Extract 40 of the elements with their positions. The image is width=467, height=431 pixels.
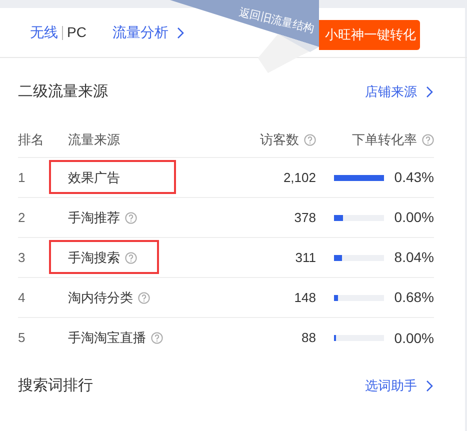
traffic-source-cell-text: 手淘推荐 [68,208,120,227]
rank-cell-text: 4 [18,288,26,307]
conversion-rate: 0.68% [394,288,434,307]
rank-cell-text: 5 [18,329,26,348]
visitor-count: 311 [295,248,316,267]
help-icon[interactable] [125,252,137,264]
traffic-source-cell-text: 手淘搜索 [68,248,120,267]
rank-cell-text: 3 [18,248,26,267]
conversion-rate: 0.43% [394,168,434,187]
section-title: 搜索词排行 [18,376,93,396]
column-header: 流量来源 [68,130,120,149]
rank-cell-text: 1 [18,168,26,187]
convert-button[interactable]: 小旺神一键转化 [319,20,420,50]
chevron-right-icon [425,86,433,98]
chevron-right-icon [425,380,433,392]
visitor-count: 148 [294,288,316,307]
help-icon[interactable] [304,134,316,146]
help-icon[interactable] [151,332,163,344]
store-source-link[interactable]: 店铺来源 [365,82,433,102]
chevron-right-icon [176,26,184,38]
traffic-source-cell-text: 淘内待分类 [68,288,133,307]
conversion-rate: 8.04% [394,248,434,267]
column-header: 访客数 [260,130,299,149]
help-icon[interactable] [138,292,150,304]
visitor-count: 378 [294,208,316,227]
device-tab[interactable]: PC [67,22,86,43]
column-header: 下单转化率 [352,130,417,149]
conversion-rate: 0.00% [394,328,434,348]
device-tab[interactable]: 无线 [30,22,58,43]
visitor-count: 88 [302,329,316,348]
help-icon[interactable] [125,212,137,224]
visitor-count: 2,102 [283,168,316,187]
column-header: 排名 [18,130,44,149]
help-icon[interactable] [422,134,434,146]
section-title: 二级流量来源 [18,82,108,102]
conversion-rate: 0.00% [394,208,434,227]
keyword-helper-link[interactable]: 选词助手 [365,376,433,396]
traffic-source-cell-text: 效果广告 [68,168,120,187]
rank-cell-text: 2 [18,208,26,227]
traffic-source-cell-text: 手淘淘宝直播 [68,329,146,348]
